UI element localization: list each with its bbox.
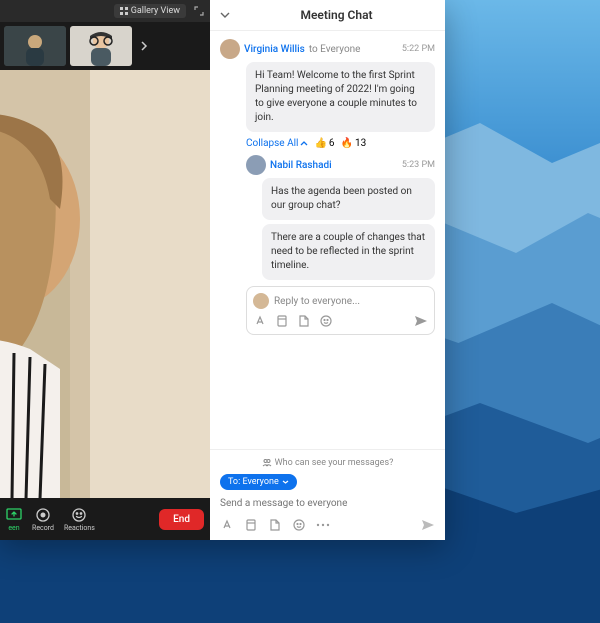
thread-reply: Nabil Rashadi 5:23 PM Has the agenda bee… [236,155,435,280]
reactions-icon [71,507,87,523]
smile-icon[interactable] [292,518,306,532]
record-label: Record [32,524,54,532]
participant-thumbnails [0,22,210,70]
chat-header: Meeting Chat [210,0,445,31]
thumbs-up-reaction[interactable]: 👍 6 [314,138,334,149]
message-sender[interactable]: Nabil Rashadi [270,160,332,171]
more-icon[interactable] [316,518,330,532]
collapse-all-link[interactable]: Collapse All [246,138,308,149]
send-icon[interactable] [421,518,435,532]
format-icon[interactable] [253,314,267,328]
participant-thumb-1[interactable] [4,26,66,66]
end-meeting-button[interactable]: End [159,509,204,530]
chat-collapse-icon[interactable] [220,12,230,18]
who-can-see-link[interactable]: Who can see your messages? [220,458,435,468]
screenshot-icon[interactable] [244,518,258,532]
chat-title: Meeting Chat [238,8,435,22]
chat-message: Virginia Willis to Everyone 5:22 PM Hi T… [220,39,435,335]
main-speaker-video[interactable] [0,70,210,498]
message-time: 5:23 PM [402,160,435,170]
video-pane: Gallery View [0,0,210,540]
thread-reply-box[interactable]: Reply to everyone... [246,286,435,335]
meeting-window: Gallery View [0,0,445,540]
message-input[interactable] [220,495,435,512]
reactions-button[interactable]: Reactions [64,507,95,532]
avatar [253,293,269,309]
to-recipient-pill[interactable]: To: Everyone [220,474,297,490]
format-icon[interactable] [220,518,234,532]
reactions-label: Reactions [64,524,95,532]
video-topbar: Gallery View [0,0,210,22]
gallery-view-button[interactable]: Gallery View [114,4,186,18]
send-icon[interactable] [414,314,428,328]
smile-icon[interactable] [319,314,333,328]
next-thumbnails-icon[interactable] [136,40,152,52]
record-icon [35,507,51,523]
message-time: 5:22 PM [402,44,435,54]
reply-placeholder: Reply to everyone... [274,296,360,307]
gallery-view-label: Gallery View [131,6,180,16]
message-recipient: to Everyone [309,44,361,55]
emoji-icon[interactable] [275,314,289,328]
message-text: Hi Team! Welcome to the first Sprint Pla… [246,62,435,132]
share-screen-label: een [8,524,19,532]
avatar [220,39,240,59]
chat-footer: Who can see your messages? To: Everyone [210,449,445,540]
message-text: Has the agenda been posted on our group … [262,178,435,220]
file-icon[interactable] [297,314,311,328]
message-text: There are a couple of changes that need … [262,224,435,280]
fire-reaction[interactable]: 🔥 13 [341,138,367,149]
participant-thumb-2[interactable] [70,26,132,66]
share-screen-button[interactable]: een [6,507,22,532]
file-icon[interactable] [268,518,282,532]
share-screen-icon [6,507,22,523]
chat-pane: Meeting Chat Virginia Willis to Everyone… [210,0,445,540]
expand-icon[interactable] [194,6,204,16]
message-sender[interactable]: Virginia Willis [244,44,305,55]
avatar [246,155,266,175]
meeting-controls: een Record Reactions End [0,498,210,540]
chat-messages: Virginia Willis to Everyone 5:22 PM Hi T… [210,31,445,449]
record-button[interactable]: Record [32,507,54,532]
